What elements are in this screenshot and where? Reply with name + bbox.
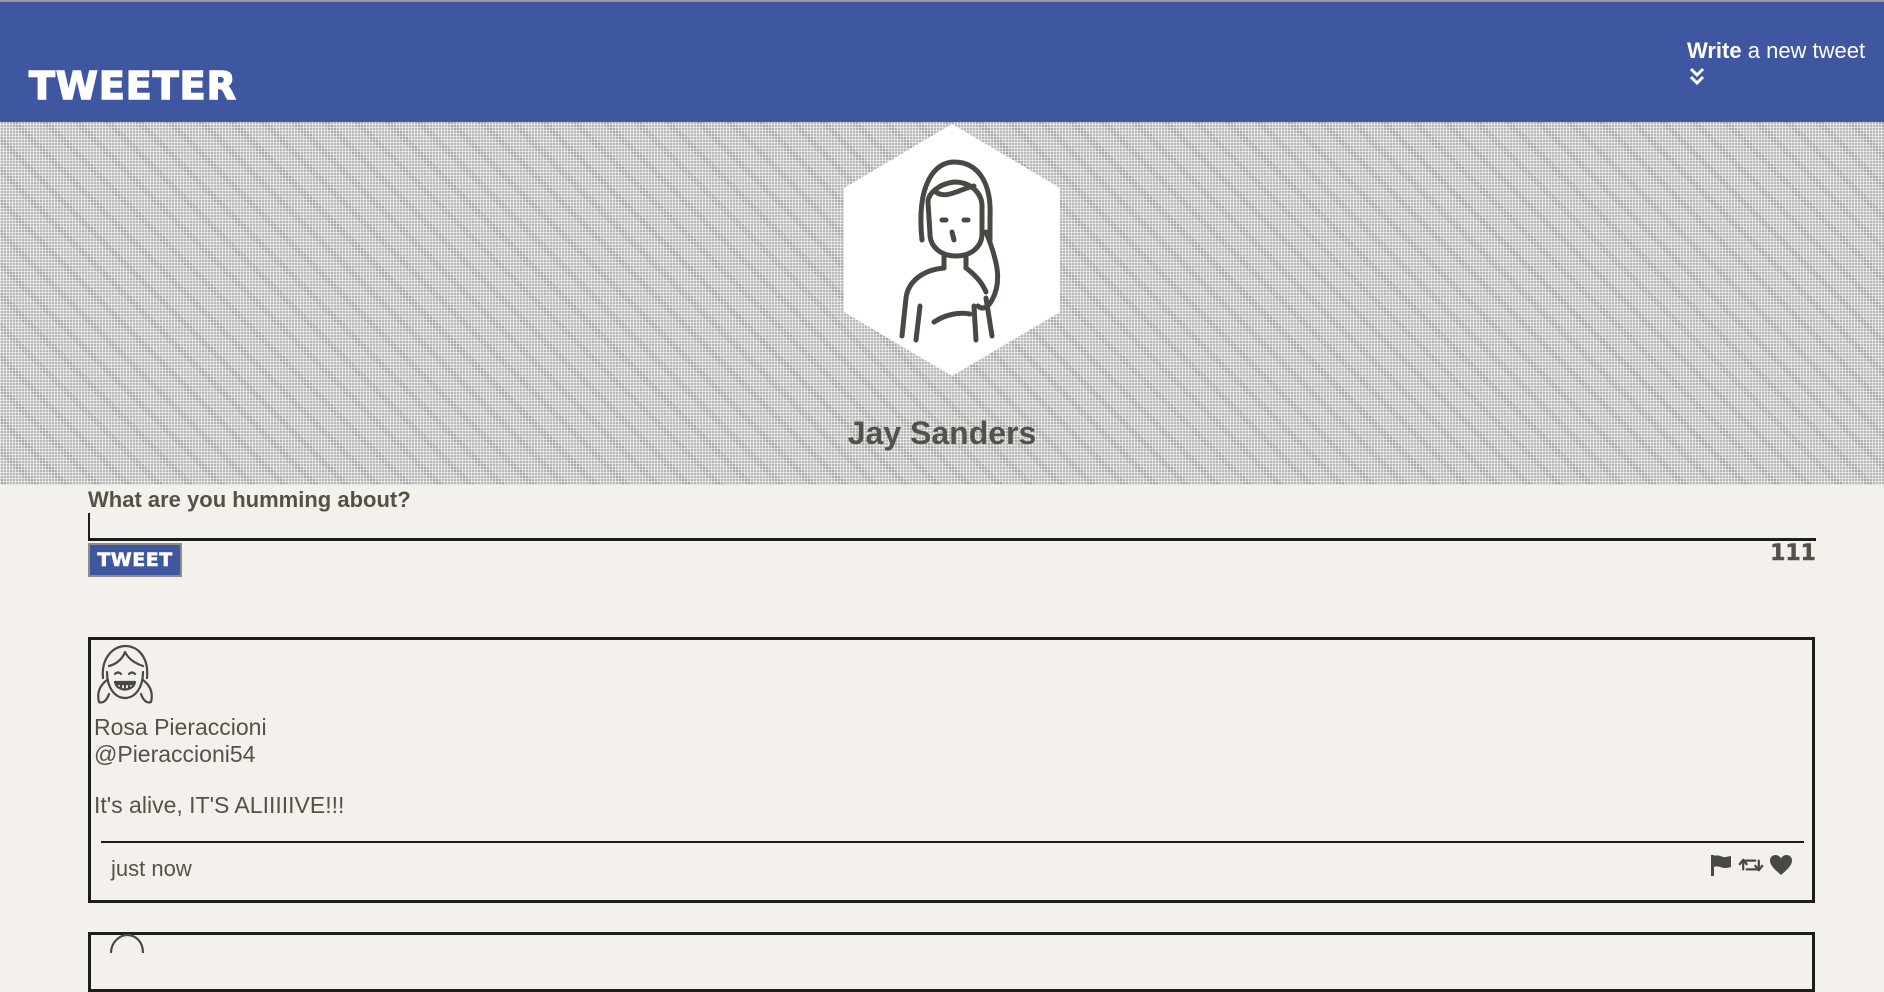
top-nav: TWEETER Write a new tweet bbox=[0, 2, 1884, 122]
write-tweet-toggle[interactable]: Write a new tweet bbox=[1687, 38, 1877, 86]
double-chevron-down-icon[interactable] bbox=[1689, 66, 1705, 86]
compose-form: What are you humming about? TWEET 111 bbox=[88, 485, 1816, 577]
write-toggle-bold: Write bbox=[1687, 38, 1742, 63]
write-toggle-rest: a new tweet bbox=[1747, 38, 1866, 63]
retweet-icon[interactable] bbox=[1738, 852, 1764, 878]
profile-banner: Jay Sanders bbox=[0, 122, 1884, 485]
tweet-input[interactable] bbox=[88, 513, 1816, 541]
profile-name: Jay Sanders bbox=[847, 415, 1037, 451]
tweet-button[interactable]: TWEET bbox=[88, 543, 182, 577]
tweet-timestamp: just now bbox=[111, 856, 192, 881]
flag-icon[interactable] bbox=[1708, 852, 1734, 878]
tweet-author-name: Rosa Pieraccioni bbox=[94, 714, 267, 740]
char-counter: 111 bbox=[1770, 541, 1816, 567]
profile-avatar bbox=[844, 124, 1060, 376]
brand-logo[interactable]: TWEETER bbox=[28, 63, 237, 109]
tweet-divider bbox=[101, 841, 1804, 843]
tweet-text: It's alive, IT'S ALIIIIIVE!!! bbox=[94, 792, 345, 818]
heart-icon[interactable] bbox=[1768, 852, 1794, 878]
tweet-card bbox=[88, 932, 1815, 992]
tweet-actions bbox=[1708, 852, 1794, 878]
tweet-card: Rosa Pieraccioni @Pieraccioni54 It's ali… bbox=[88, 637, 1815, 903]
avatar-icon bbox=[109, 933, 145, 953]
girl-avatar-icon bbox=[97, 644, 153, 704]
tweet-author-handle: @Pieraccioni54 bbox=[94, 741, 256, 767]
compose-label: What are you humming about? bbox=[88, 487, 411, 512]
